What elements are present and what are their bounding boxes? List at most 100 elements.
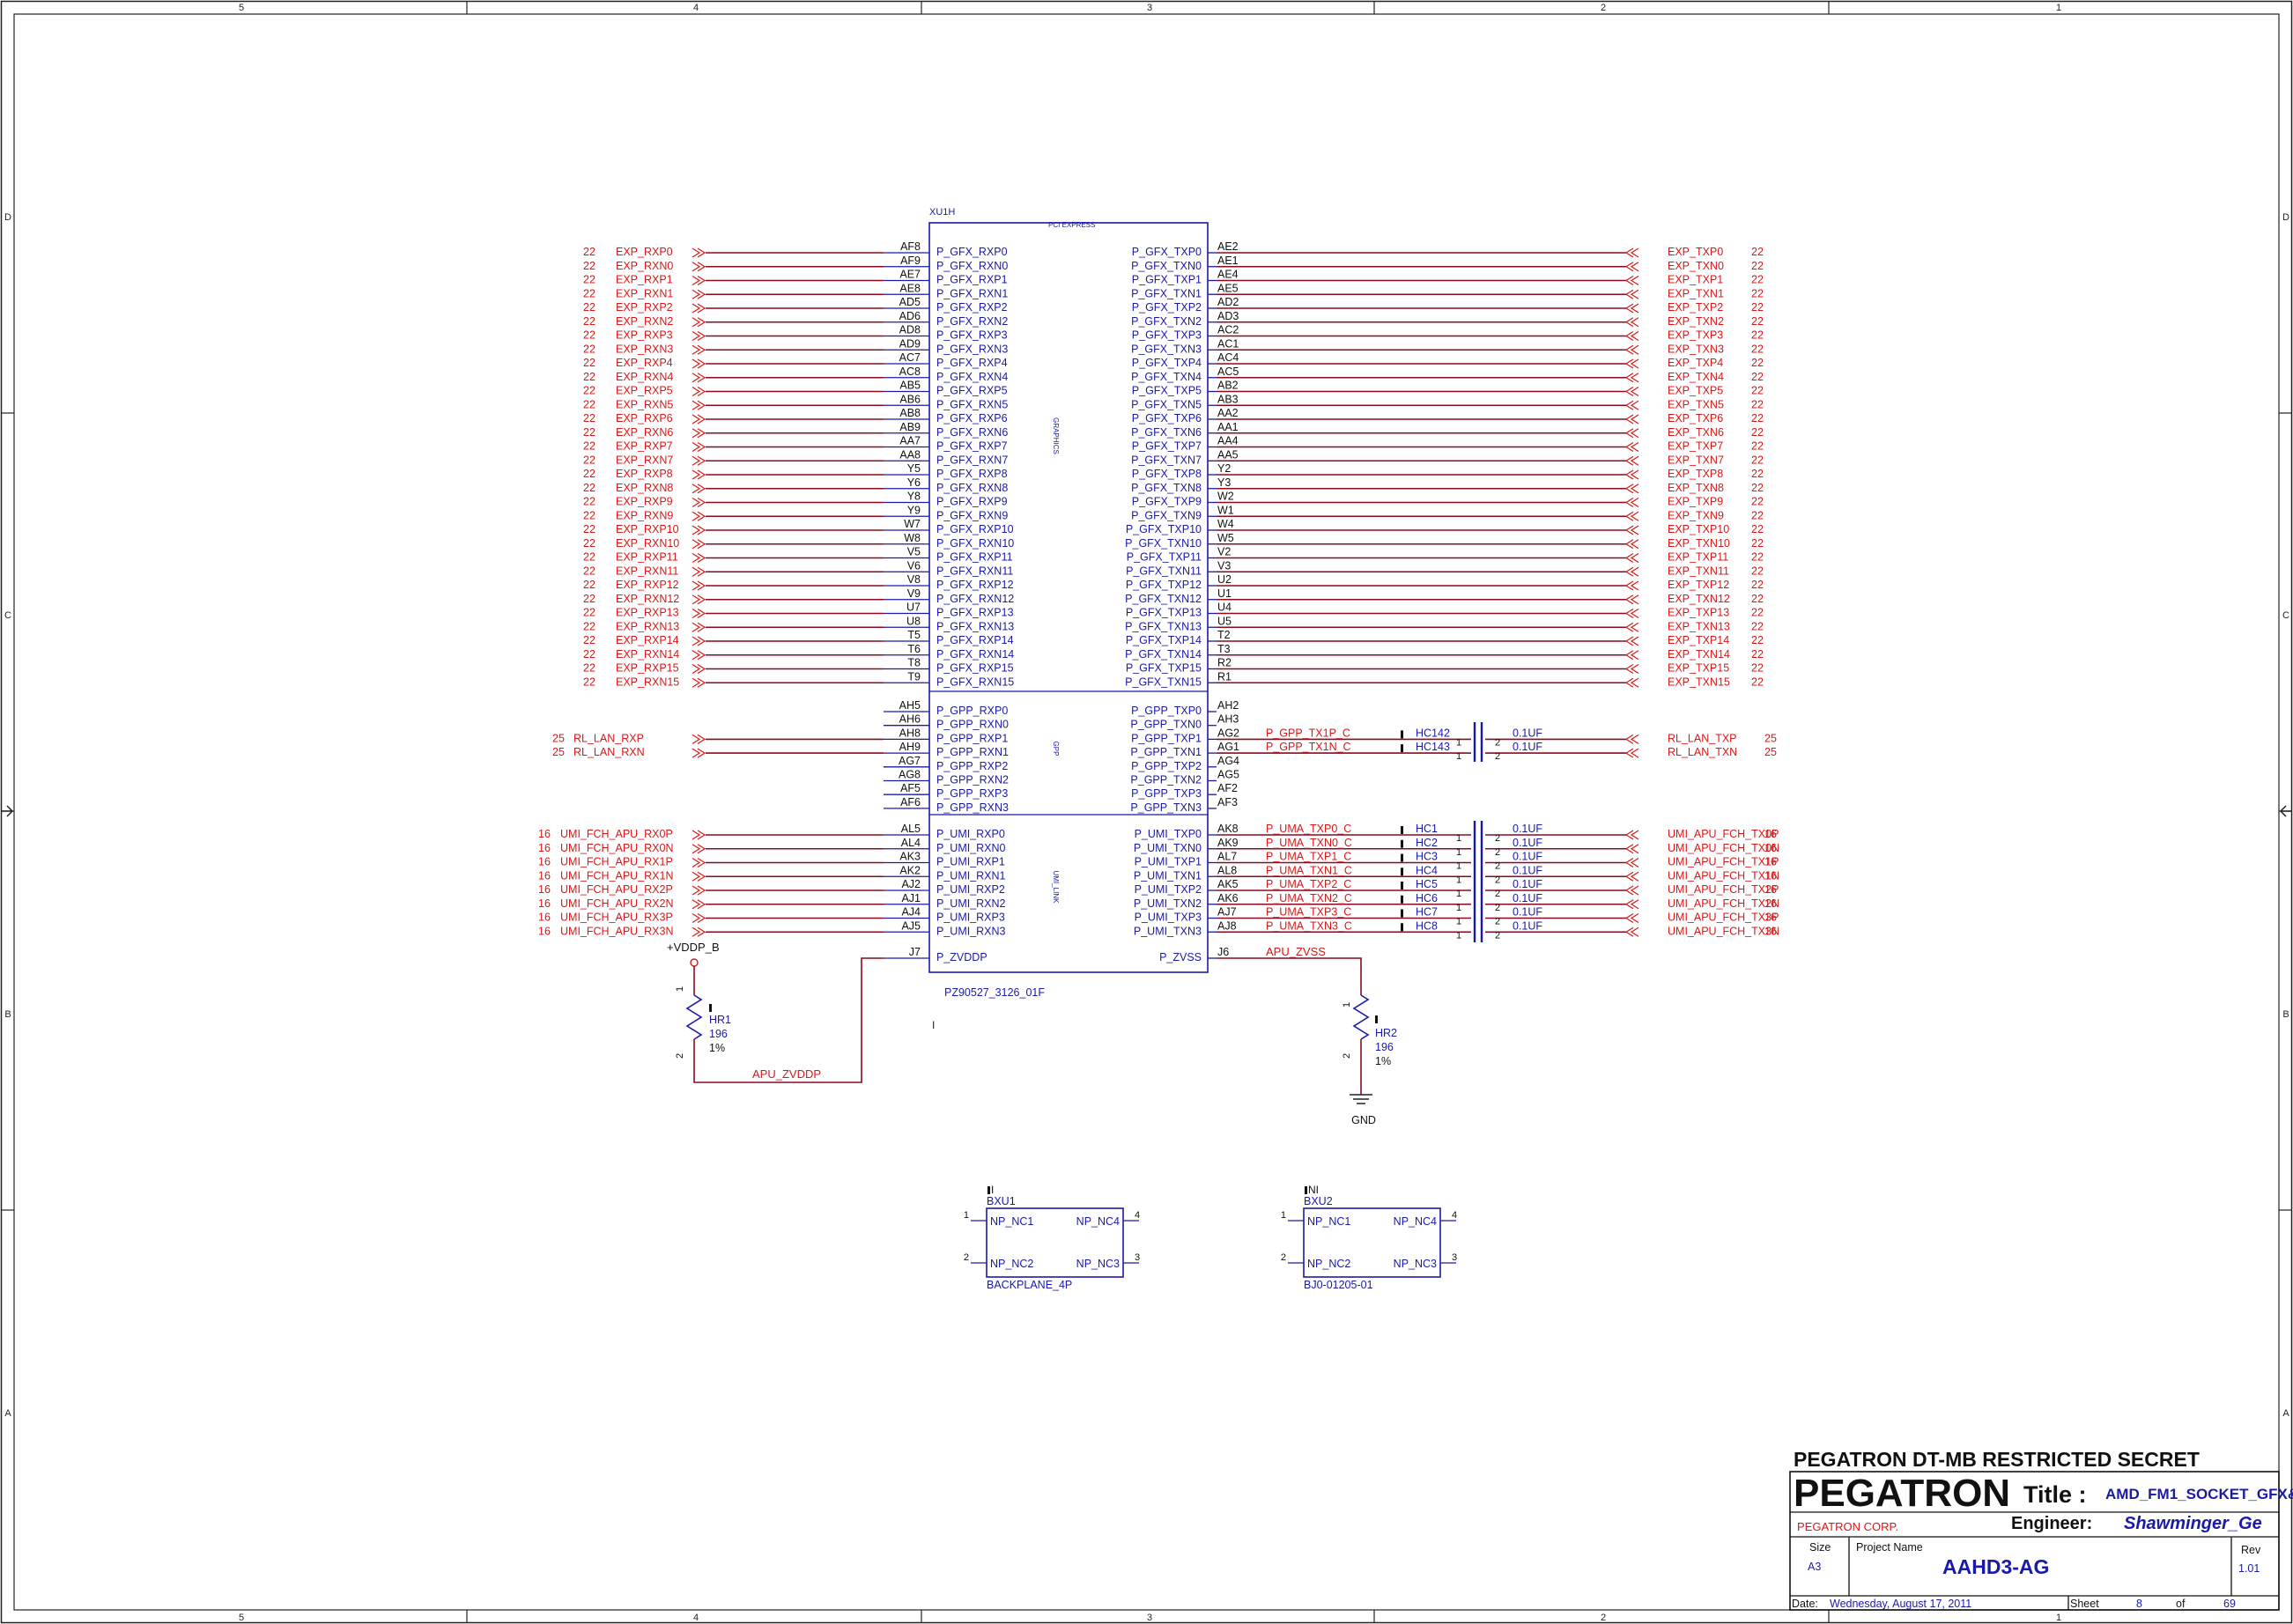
net-label: EXP_TXP11 bbox=[1668, 551, 1728, 564]
net-label: EXP_TXP5 bbox=[1668, 385, 1723, 397]
pin-number: AG2 bbox=[1217, 727, 1239, 739]
sheet-ref: 22 bbox=[1751, 634, 1764, 646]
net-label: EXP_TXN2 bbox=[1668, 315, 1724, 328]
zone-row-label: C bbox=[4, 610, 11, 621]
pin-name: P_GPP_RXN0 bbox=[936, 719, 1009, 731]
net-label: P_UMA_TXN2_C bbox=[1266, 892, 1352, 904]
sheet-ref: 22 bbox=[1751, 620, 1764, 632]
net-label: P_GPP_TX1N_C bbox=[1266, 741, 1351, 753]
cap-value: 0.1UF bbox=[1513, 878, 1542, 890]
net-label: EXP_RXN14 bbox=[616, 648, 679, 661]
part-marker: NI bbox=[1308, 1184, 1319, 1196]
sheet-ref: 22 bbox=[1751, 385, 1764, 397]
pin-name: P_GPP_TXP0 bbox=[1131, 705, 1202, 717]
cap-value: 0.1UF bbox=[1513, 837, 1542, 849]
cap-pin-number: 2 bbox=[1495, 737, 1500, 748]
pin-name: P_GFX_RXN14 bbox=[936, 648, 1014, 661]
pin-name: P_UMI_TXN1 bbox=[1134, 869, 1202, 882]
sheet-ref: 22 bbox=[1751, 675, 1764, 688]
resistor-marker bbox=[1375, 1015, 1378, 1023]
cap-pin-number: 1 bbox=[1456, 875, 1461, 885]
chip-caption: PCI EXPRESS bbox=[1048, 221, 1095, 229]
sheet-ref: 22 bbox=[1751, 468, 1764, 480]
pin-name: P_GFX_RXP15 bbox=[936, 662, 1014, 675]
net-label: EXP_TXP7 bbox=[1668, 440, 1723, 453]
net-label: EXP_TXN14 bbox=[1668, 648, 1730, 661]
zone-row-label: C bbox=[2282, 610, 2289, 621]
cap-marker bbox=[1401, 882, 1403, 890]
pin-name: P_GPP_TXP1 bbox=[1131, 732, 1202, 744]
resistor-value: 196 bbox=[1375, 1041, 1394, 1053]
pin-number: AA7 bbox=[899, 435, 921, 447]
pin-number: Y8 bbox=[907, 491, 921, 503]
cap-pin-number: 2 bbox=[1495, 930, 1500, 941]
net-label: UMI_FCH_APU_RX3N bbox=[560, 925, 674, 937]
pin-name: P_GPP_RXP1 bbox=[936, 732, 1008, 744]
cap-pin-number: 2 bbox=[1495, 833, 1500, 844]
net-label: EXP_RXN10 bbox=[616, 537, 679, 550]
net-label: EXP_RXN1 bbox=[616, 287, 673, 299]
sheet-ref: 22 bbox=[583, 357, 595, 369]
cap-refdes: HC2 bbox=[1416, 837, 1438, 849]
pin-name: P_GFX_RXP0 bbox=[936, 246, 1008, 258]
net-label: P_UMA_TXN1_C bbox=[1266, 864, 1352, 876]
sheet-ref: 22 bbox=[1751, 523, 1764, 535]
pin-number: AD3 bbox=[1217, 310, 1239, 322]
sheet-ref: 16 bbox=[538, 925, 551, 937]
net-label: EXP_TXN7 bbox=[1668, 454, 1724, 466]
pin-name: P_GPP_TXN0 bbox=[1130, 719, 1202, 731]
net-label: EXP_RXP7 bbox=[616, 440, 673, 453]
pin-number: 1 bbox=[1281, 1210, 1286, 1221]
pin-number: AA2 bbox=[1217, 407, 1239, 419]
resistor-refdes: HR2 bbox=[1375, 1027, 1397, 1039]
sheet-ref: 22 bbox=[1751, 357, 1764, 369]
cap-refdes: HC7 bbox=[1416, 906, 1438, 919]
pin-name: P_GFX_TXN0 bbox=[1131, 260, 1202, 272]
pin-number: V5 bbox=[907, 546, 921, 558]
sheet-ref: 16 bbox=[538, 842, 551, 854]
net-label: APU_ZVDDP bbox=[752, 1067, 821, 1081]
pin-name: P_UMI_RXP1 bbox=[936, 856, 1005, 868]
pin-number: V3 bbox=[1217, 559, 1231, 572]
part-marker-bar bbox=[987, 1186, 990, 1194]
zone-column-label: 3 bbox=[1147, 1613, 1152, 1623]
pin-number: AE5 bbox=[1217, 282, 1239, 294]
cap-value: 0.1UF bbox=[1513, 851, 1542, 863]
pin-name: P_GFX_TXP9 bbox=[1132, 496, 1202, 508]
pin-number: AE4 bbox=[1217, 269, 1239, 281]
pin-name: P_UMI_RXP2 bbox=[936, 883, 1005, 896]
sheet-ref: 22 bbox=[583, 634, 595, 646]
pin-name: P_GPP_RXP0 bbox=[936, 705, 1008, 717]
pin-number: U2 bbox=[1217, 573, 1232, 586]
of-label: of bbox=[2176, 1598, 2186, 1610]
net-label: EXP_RXP15 bbox=[616, 662, 679, 675]
pin-number: Y5 bbox=[907, 462, 921, 475]
net-label: EXP_TXP6 bbox=[1668, 412, 1723, 424]
pin-number: AF8 bbox=[900, 240, 921, 253]
pin-number: AB9 bbox=[899, 421, 921, 433]
net-label: EXP_RXP5 bbox=[616, 385, 673, 397]
sheet-ref: 22 bbox=[1751, 329, 1764, 342]
part-marker: I bbox=[991, 1184, 994, 1196]
cap-pin-number: 1 bbox=[1456, 751, 1461, 762]
resistor-value: 196 bbox=[709, 1028, 728, 1040]
pin-name: P_GFX_TXP0 bbox=[1132, 246, 1202, 258]
pin-number: AH8 bbox=[899, 727, 921, 739]
date-value: Wednesday, August 17, 2011 bbox=[1830, 1598, 1971, 1610]
pin-number: V2 bbox=[1217, 546, 1231, 558]
sheet-ref: 16 bbox=[538, 828, 551, 840]
cap-refdes: HC143 bbox=[1416, 741, 1450, 753]
zone-column-label: 2 bbox=[1601, 3, 1606, 13]
pin-name: P_GFX_RXP5 bbox=[936, 385, 1008, 397]
pin-number: AH5 bbox=[899, 699, 921, 712]
pin-name: P_GFX_RXP11 bbox=[936, 551, 1013, 564]
pin-number: T6 bbox=[907, 643, 921, 655]
sheet-ref: 22 bbox=[583, 482, 595, 494]
part-refdes: BXU1 bbox=[987, 1195, 1016, 1207]
resistor-tolerance: 1% bbox=[1375, 1055, 1391, 1067]
net-label: EXP_RXN2 bbox=[616, 315, 673, 328]
net-label: EXP_TXN5 bbox=[1668, 398, 1724, 410]
net-label: EXP_TXN6 bbox=[1668, 426, 1724, 439]
pin-name: P_GFX_RXP7 bbox=[936, 440, 1008, 453]
pin-name: P_GFX_RXP2 bbox=[936, 301, 1008, 314]
